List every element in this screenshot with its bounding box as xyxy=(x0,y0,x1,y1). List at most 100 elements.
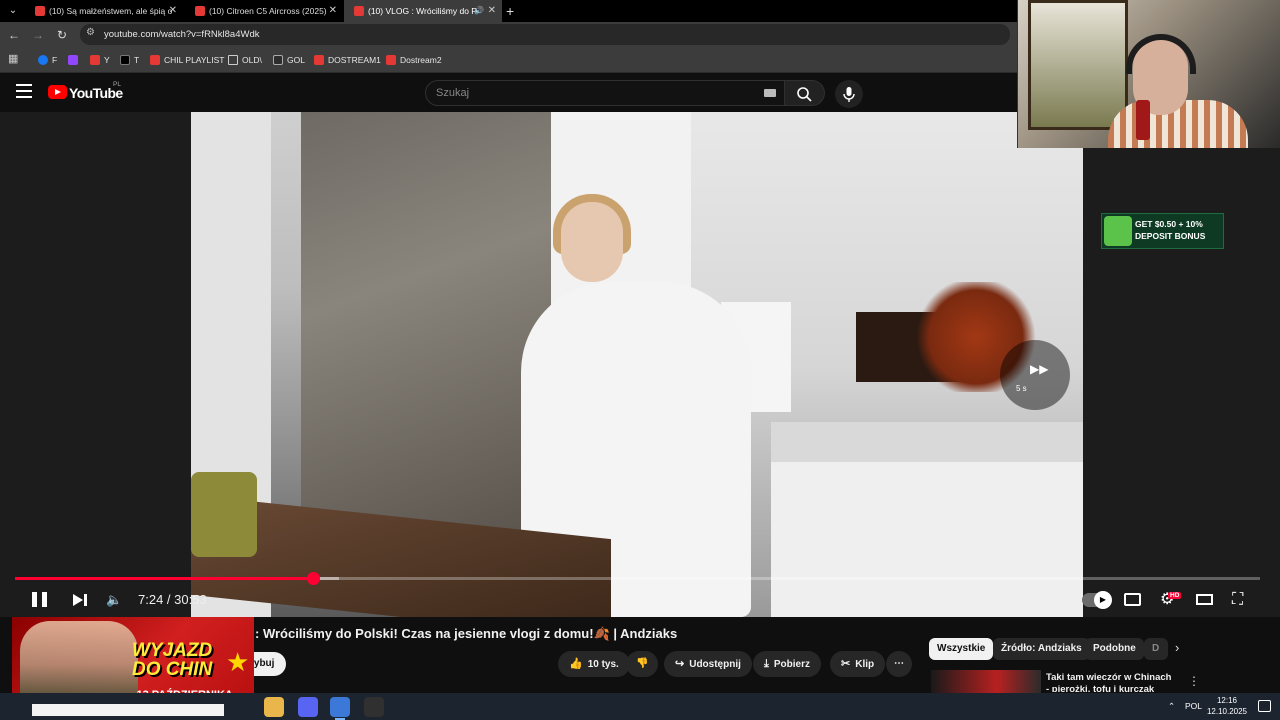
close-tab-icon[interactable]: ✕ xyxy=(169,0,177,22)
browser-tab-3-active[interactable]: (10) VLOG : Wróciliśmy do P 🔊 ✕ xyxy=(344,0,502,22)
theater-mode-icon[interactable] xyxy=(1196,594,1213,605)
volume-icon[interactable]: 🔈 xyxy=(106,589,122,611)
bookmark-label: CHIL PLAYLIST xyxy=(164,55,225,65)
obs-icon[interactable] xyxy=(364,697,384,717)
youtube-masthead: YouTube PL Szukaj xyxy=(0,73,1017,112)
screen: ⌄ (10) Są małżeństwem, ale śpią o ✕ (10)… xyxy=(0,0,1280,720)
taskbar-clock[interactable]: 12:16 12.10.2025 xyxy=(1204,695,1250,717)
recommendation-thumbnail[interactable] xyxy=(931,670,1041,694)
progress-played xyxy=(15,577,314,580)
back-arrow-icon[interactable]: ← xyxy=(4,25,24,45)
voice-search-button[interactable] xyxy=(835,80,863,108)
like-button[interactable]: 👍 10 tys. xyxy=(558,651,630,677)
facebook-icon xyxy=(38,54,48,65)
share-label: Udostępnij xyxy=(689,659,741,670)
reload-icon[interactable]: ↻ xyxy=(52,25,72,45)
language-indicator[interactable]: POL xyxy=(1185,693,1202,720)
autoplay-play-icon: ▶ xyxy=(1094,591,1112,609)
tab-label: (10) Są małżeństwem, ale śpią o xyxy=(49,6,173,16)
address-bar[interactable]: ⚙ youtube.com/watch?v=fRNkl8a4Wdk xyxy=(80,24,1010,45)
url-text[interactable]: youtube.com/watch?v=fRNkl8a4Wdk xyxy=(104,24,260,45)
chip-source-andziaks[interactable]: Źródło: Andziaks xyxy=(993,638,1090,660)
x-icon xyxy=(120,54,130,65)
tray-chevron-icon[interactable]: ⌃ xyxy=(1168,693,1175,720)
pause-icon[interactable] xyxy=(32,589,48,611)
menu-icon[interactable] xyxy=(16,84,32,98)
like-count: 10 tys. xyxy=(587,659,619,670)
dislike-button[interactable]: 👎 xyxy=(626,651,659,677)
star-icon: ★ xyxy=(226,647,250,677)
chevron-right-icon[interactable]: › xyxy=(1175,640,1179,655)
tab-label: (10) VLOG : Wróciliśmy do P xyxy=(368,6,477,16)
bookmark-dostream2[interactable]: Dostream2 xyxy=(386,47,442,73)
taskbar-search-box[interactable] xyxy=(32,704,224,716)
share-button[interactable]: ↪ Udostępnij xyxy=(664,651,752,677)
bookmark-x[interactable]: T xyxy=(120,47,139,73)
recommendation-menu-icon[interactable]: ⋮ xyxy=(1188,674,1200,688)
file-explorer-icon[interactable] xyxy=(264,697,284,717)
fast-forward-icon: ▶▶ xyxy=(1030,362,1049,376)
youtube-favicon-icon xyxy=(35,5,45,16)
ad-text: GET $0.50 + 10% DEPOSIT BONUS xyxy=(1135,219,1206,241)
clip-button[interactable]: ✂ Klip xyxy=(830,651,886,677)
tab-search-chevron-icon[interactable]: ⌄ xyxy=(4,2,22,20)
bookmark-gol[interactable]: GOL xyxy=(273,47,305,73)
chrome-icon[interactable] xyxy=(330,697,350,720)
keyboard-icon[interactable] xyxy=(764,89,776,97)
microphone-icon xyxy=(843,87,855,102)
hd-badge: HD xyxy=(1168,592,1182,599)
youtube-favicon-icon xyxy=(354,5,364,16)
windows-taskbar: ⌃ POL 12:16 12.10.2025 xyxy=(0,693,1280,720)
discord-icon[interactable] xyxy=(298,697,318,717)
progress-bar[interactable] xyxy=(15,572,1260,585)
fullscreen-icon[interactable]: ⛶ xyxy=(1232,589,1248,611)
new-tab-button[interactable]: + xyxy=(506,0,514,22)
chip-similar[interactable]: Podobne xyxy=(1085,638,1144,660)
video-scene-person-face xyxy=(561,202,623,282)
chip-all[interactable]: Wszystkie xyxy=(929,638,994,660)
youtube-icon xyxy=(90,54,100,65)
deposit-bonus-ad: GET $0.50 + 10% DEPOSIT BONUS xyxy=(1101,213,1224,249)
search-input[interactable]: Szukaj xyxy=(425,80,785,106)
site-info-icon[interactable]: ⚙ xyxy=(86,27,95,38)
chip-truncated[interactable]: D xyxy=(1144,638,1168,660)
subtitles-icon[interactable] xyxy=(1124,593,1141,606)
autoplay-toggle[interactable]: ▶ xyxy=(1082,591,1112,609)
player-controls: 🔈 7:24 / 30:53 ▶ ⚙ HD ⛶ xyxy=(0,585,1280,615)
ad-mascot-icon xyxy=(1104,216,1132,246)
video-frame[interactable] xyxy=(191,112,1083,617)
next-video-icon[interactable] xyxy=(72,589,90,611)
notification-icon[interactable] xyxy=(1258,700,1271,712)
browser-tab-2[interactable]: (10) Citroen C5 Aircross (2025) ✕ xyxy=(185,0,343,22)
scissors-icon: ✂ xyxy=(841,658,851,670)
audio-playing-icon[interactable]: 🔊 xyxy=(474,0,484,22)
thumbs-up-icon: 👍 xyxy=(569,658,583,670)
apps-grid-icon[interactable]: ▦ xyxy=(8,54,19,65)
bookmark-label: Dostream2 xyxy=(400,55,442,65)
bookmark-facebook[interactable]: F xyxy=(38,47,57,73)
bookmark-chil-playlist[interactable]: CHIL PLAYLIST xyxy=(150,47,224,73)
headset-icon xyxy=(1126,34,1196,74)
close-tab-icon[interactable]: ✕ xyxy=(488,0,496,22)
browser-tab-1[interactable]: (10) Są małżeństwem, ale śpią o ✕ xyxy=(25,0,183,22)
folder-icon xyxy=(228,54,238,65)
bookmark-folder-old[interactable]: OLD\ xyxy=(228,47,262,73)
more-actions-button[interactable]: ⋯ xyxy=(886,651,912,677)
tab-label: (10) Citroen C5 Aircross (2025) xyxy=(209,6,327,16)
bookmark-dostream1[interactable]: DOSTREAM1 xyxy=(314,47,381,73)
search-button[interactable] xyxy=(785,80,825,106)
clock-time: 12:16 xyxy=(1216,696,1238,705)
video-scene-jar xyxy=(191,472,257,557)
bookmark-youtube[interactable]: Y xyxy=(90,47,110,73)
youtube-icon xyxy=(386,54,396,65)
recommendation-title[interactable]: Taki tam wieczór w Chinach - pierożki, t… xyxy=(1046,672,1176,692)
close-tab-icon[interactable]: ✕ xyxy=(329,0,337,22)
download-button[interactable]: ⤓ Pobierz xyxy=(753,651,821,677)
bookmark-twitch[interactable] xyxy=(68,47,82,73)
webcam-window xyxy=(1028,0,1128,130)
bookmark-label: Y xyxy=(104,55,110,65)
region-code: PL xyxy=(113,81,121,88)
bookmark-label: GOL xyxy=(287,55,305,65)
forward-arrow-icon[interactable]: → xyxy=(28,25,48,45)
seek-amount: 5 s xyxy=(1016,384,1027,393)
